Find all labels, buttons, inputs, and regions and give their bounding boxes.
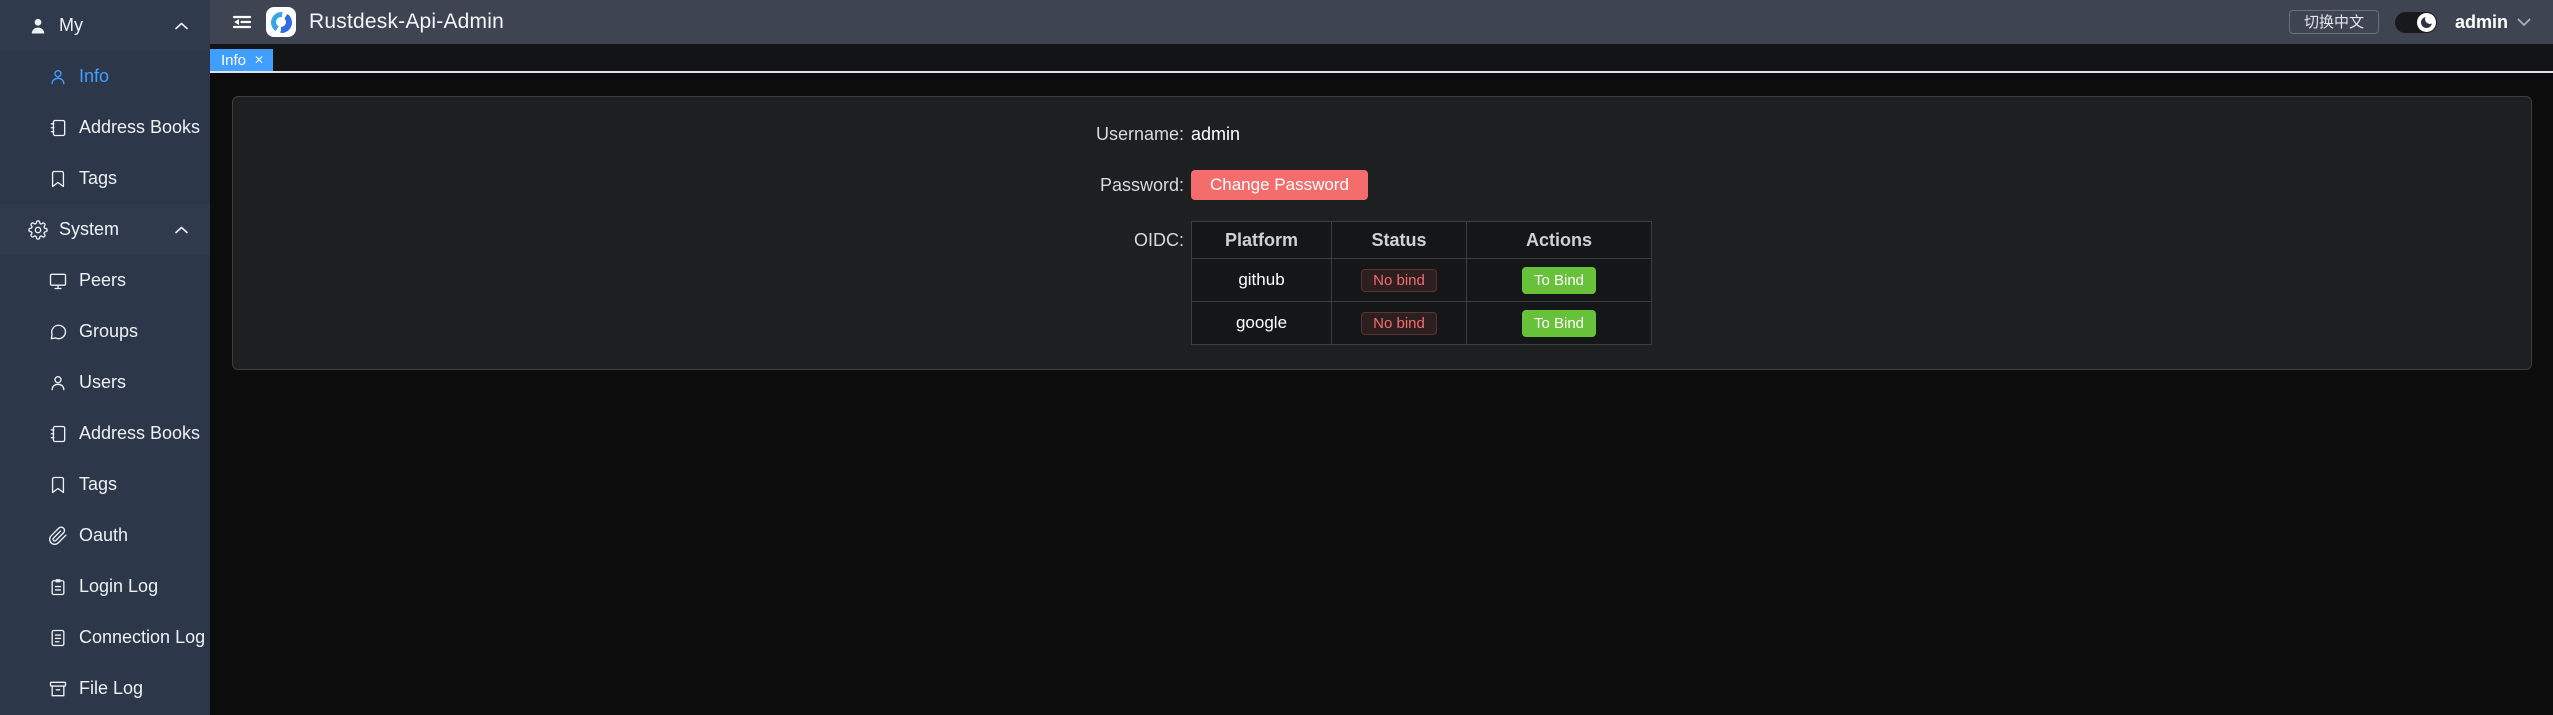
password-label: Password: (257, 175, 1191, 196)
status-badge: No bind (1361, 269, 1437, 292)
gear-icon (28, 220, 48, 240)
app-root: My Info Address Books Tags (0, 0, 2553, 715)
sidebar-item-address-books-system[interactable]: Address Books (0, 408, 210, 459)
user-filled-icon (28, 16, 48, 36)
sidebar-item-tags-system[interactable]: Tags (0, 459, 210, 510)
sidebar-item-oauth[interactable]: Oauth (0, 510, 210, 561)
dark-mode-toggle[interactable] (2395, 12, 2437, 33)
username-label: Username: (257, 124, 1191, 145)
main-column: Rustdesk-Api-Admin 切换中文 admin Info ✕ (210, 0, 2553, 715)
oidc-label: OIDC: (257, 221, 1191, 259)
bookmark-icon (48, 475, 68, 495)
oidc-status-cell: No bind (1332, 302, 1467, 345)
tab-info[interactable]: Info ✕ (210, 49, 273, 71)
rustdesk-logo (266, 7, 296, 37)
sidebar-item-address-books[interactable]: Address Books (0, 102, 210, 153)
close-icon[interactable]: ✕ (254, 53, 264, 67)
oidc-actions-cell: To Bind (1467, 259, 1652, 302)
table-row: github No bind To Bind (1192, 259, 1652, 302)
sidebar-item-label: Groups (79, 321, 138, 342)
document-icon (48, 628, 68, 648)
oidc-status-cell: No bind (1332, 259, 1467, 302)
sidebar-item-label: Tags (79, 168, 117, 189)
chat-bubble-icon (48, 322, 68, 342)
table-row: google No bind To Bind (1192, 302, 1652, 345)
oidc-header-actions: Actions (1467, 222, 1652, 259)
sidebar-item-label: Info (79, 66, 109, 87)
sidebar-item-users[interactable]: Users (0, 357, 210, 408)
chevron-up-icon (175, 22, 188, 30)
language-switch-button[interactable]: 切换中文 (2289, 10, 2379, 34)
archive-box-icon (48, 679, 68, 699)
sidebar-item-label: Oauth (79, 525, 128, 546)
paperclip-icon (48, 526, 68, 546)
sidebar-section-system[interactable]: System (0, 204, 210, 255)
person-icon (48, 67, 68, 87)
sidebar-section-label: My (59, 15, 83, 36)
sidebar-item-connection-log[interactable]: Connection Log (0, 612, 210, 663)
chevron-up-icon (175, 226, 188, 234)
tab-label: Info (221, 52, 246, 69)
sidebar-section-label: System (59, 219, 119, 240)
oidc-table-header-row: Platform Status Actions (1192, 222, 1652, 259)
clipboard-icon (48, 577, 68, 597)
to-bind-button[interactable]: To Bind (1522, 267, 1596, 294)
oidc-header-platform: Platform (1192, 222, 1332, 259)
sidebar-item-login-log[interactable]: Login Log (0, 561, 210, 612)
bookmark-icon (48, 169, 68, 189)
toggle-knob (2417, 13, 2436, 32)
tab-bar: Info ✕ (210, 44, 2553, 73)
user-name: admin (2455, 12, 2508, 33)
to-bind-button[interactable]: To Bind (1522, 310, 1596, 337)
sidebar-item-info[interactable]: Info (0, 51, 210, 102)
chevron-down-icon (2517, 18, 2531, 27)
change-password-button[interactable]: Change Password (1191, 170, 1368, 200)
sidebar-section-my[interactable]: My (0, 0, 210, 51)
sidebar-fold-icon[interactable] (232, 13, 252, 31)
username-row: Username: admin (257, 119, 2507, 149)
content-area: Username: admin Password: Change Passwor… (210, 73, 2553, 715)
notebook-icon (48, 424, 68, 444)
person-icon (48, 373, 68, 393)
sidebar-item-label: Users (79, 372, 126, 393)
password-row: Password: Change Password (257, 170, 2507, 200)
sidebar-item-label: Address Books (79, 423, 200, 444)
top-bar: Rustdesk-Api-Admin 切换中文 admin (210, 0, 2553, 44)
sidebar-item-label: Login Log (79, 576, 158, 597)
sidebar-item-groups[interactable]: Groups (0, 306, 210, 357)
sidebar-item-tags[interactable]: Tags (0, 153, 210, 204)
oidc-table: Platform Status Actions github No bind (1191, 221, 1652, 345)
sidebar-item-peers[interactable]: Peers (0, 255, 210, 306)
sidebar-item-label: Address Books (79, 117, 200, 138)
oidc-platform-cell: google (1192, 302, 1332, 345)
moon-icon (2421, 17, 2432, 28)
sidebar: My Info Address Books Tags (0, 0, 210, 715)
notebook-icon (48, 118, 68, 138)
app-title: Rustdesk-Api-Admin (309, 10, 504, 34)
sidebar-item-label: File Log (79, 678, 143, 699)
oidc-actions-cell: To Bind (1467, 302, 1652, 345)
top-bar-right: 切换中文 admin (2289, 10, 2531, 34)
oidc-header-status: Status (1332, 222, 1467, 259)
sidebar-item-label: Peers (79, 270, 126, 291)
info-card: Username: admin Password: Change Passwor… (232, 96, 2532, 370)
user-dropdown[interactable]: admin (2455, 12, 2531, 33)
monitor-icon (48, 271, 68, 291)
oidc-platform-cell: github (1192, 259, 1332, 302)
sidebar-item-file-log[interactable]: File Log (0, 663, 210, 714)
username-value: admin (1191, 119, 1240, 149)
oidc-row: OIDC: Platform Status Actions github (257, 221, 2507, 345)
status-badge: No bind (1361, 312, 1437, 335)
sidebar-item-label: Tags (79, 474, 117, 495)
sidebar-item-label: Connection Log (79, 627, 205, 648)
